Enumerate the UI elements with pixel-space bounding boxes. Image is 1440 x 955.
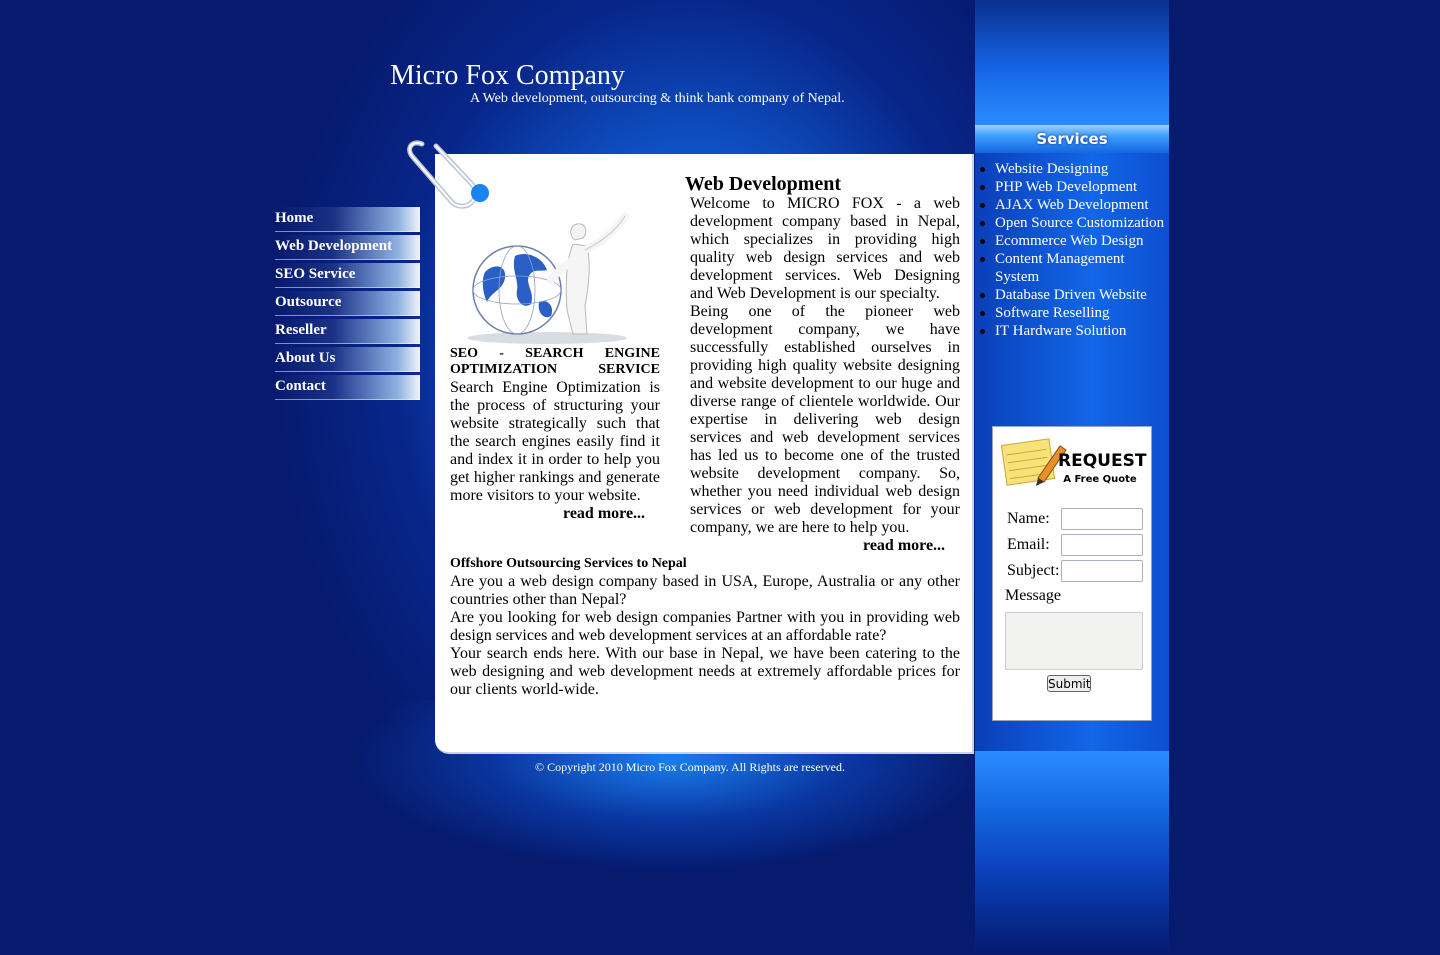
quote-logo-sub-text: A Free Quote — [1063, 474, 1137, 485]
notepad-pencil-icon: REQUEST A Free Quote — [1000, 438, 1147, 486]
name-label: Name: — [1007, 510, 1050, 527]
footer-copyright: © Copyright 2010 Micro Fox Company. All … — [535, 760, 845, 774]
paperclip-icon — [407, 140, 489, 209]
web-development-heading: Web Development — [685, 173, 842, 195]
outsourcing-section: Offshore Outsourcing Services to Nepal A… — [450, 556, 960, 699]
web-development-section: Welcome to MICRO FOX - a web development… — [690, 195, 960, 555]
seo-heading-line2: OPTIMIZATION SERVICE — [450, 362, 660, 377]
free-quote-form: REQUEST A Free Quote Name: Email: Subjec… — [992, 426, 1152, 721]
web-development-read-more-link[interactable]: read more... — [863, 537, 960, 555]
site-title: Micro Fox Company — [390, 60, 625, 91]
outsourcing-para3: Your search ends here. With our base in … — [450, 645, 960, 698]
service-item[interactable]: IT Hardware Solution — [980, 322, 1165, 340]
service-item[interactable]: Database Driven Website — [980, 286, 1165, 304]
services-list: Website Designing PHP Web Development AJ… — [980, 160, 1165, 340]
nav-item-about-us[interactable]: About Us — [275, 347, 420, 372]
web-development-para1: Welcome to MICRO FOX - a web development… — [690, 195, 960, 302]
right-column-top-panel — [975, 0, 1169, 125]
nav-item-web-development[interactable]: Web Development — [275, 235, 420, 260]
right-column-bottom-panel — [975, 751, 1169, 955]
seo-heading-line1: SEO - SEARCH ENGINE — [450, 346, 660, 361]
outsourcing-para1: Are you a web design company based in US… — [450, 573, 960, 608]
name-field[interactable] — [1061, 508, 1143, 530]
outsourcing-para2: Are you looking for web design companies… — [450, 609, 960, 644]
nav-item-contact[interactable]: Contact — [275, 375, 420, 400]
nav-item-reseller[interactable]: Reseller — [275, 319, 420, 344]
seo-section: SEO - SEARCH ENGINE OPTIMIZATION SERVICE… — [450, 346, 660, 523]
nav-item-home[interactable]: Home — [275, 207, 420, 232]
service-item[interactable]: AJAX Web Development — [980, 196, 1165, 214]
outsourcing-heading: Offshore Outsourcing Services to Nepal — [450, 556, 687, 571]
service-item[interactable]: Ecommerce Web Design — [980, 232, 1165, 250]
nav-item-seo-service[interactable]: SEO Service — [275, 263, 420, 288]
subject-label: Subject: — [1007, 562, 1060, 579]
email-field[interactable] — [1061, 534, 1143, 556]
submit-button[interactable]: Submit — [1047, 675, 1091, 692]
service-item[interactable]: Software Reselling — [980, 304, 1165, 322]
sidebar-nav: Home Web Development SEO Service Outsour… — [275, 207, 420, 403]
nav-item-outsource[interactable]: Outsource — [275, 291, 420, 316]
message-textarea[interactable] — [1005, 612, 1143, 670]
message-label: Message — [1005, 587, 1061, 604]
site-tagline: A Web development, outsourcing & think b… — [470, 91, 845, 106]
service-item[interactable]: Open Source Customization — [980, 214, 1165, 232]
email-label: Email: — [1007, 536, 1050, 553]
web-development-para2: Being one of the pioneer web development… — [690, 303, 960, 536]
service-item[interactable]: Content Management System — [980, 250, 1165, 286]
subject-field[interactable] — [1061, 560, 1143, 582]
seo-read-more-link[interactable]: read more... — [563, 505, 660, 523]
seo-body: Search Engine Optimization is the proces… — [450, 379, 660, 504]
service-item[interactable]: PHP Web Development — [980, 178, 1165, 196]
services-heading: Services — [975, 125, 1169, 153]
service-item[interactable]: Website Designing — [980, 160, 1165, 178]
quote-logo-main-text: REQUEST — [1058, 451, 1147, 471]
globe-person-illustration — [467, 212, 629, 344]
